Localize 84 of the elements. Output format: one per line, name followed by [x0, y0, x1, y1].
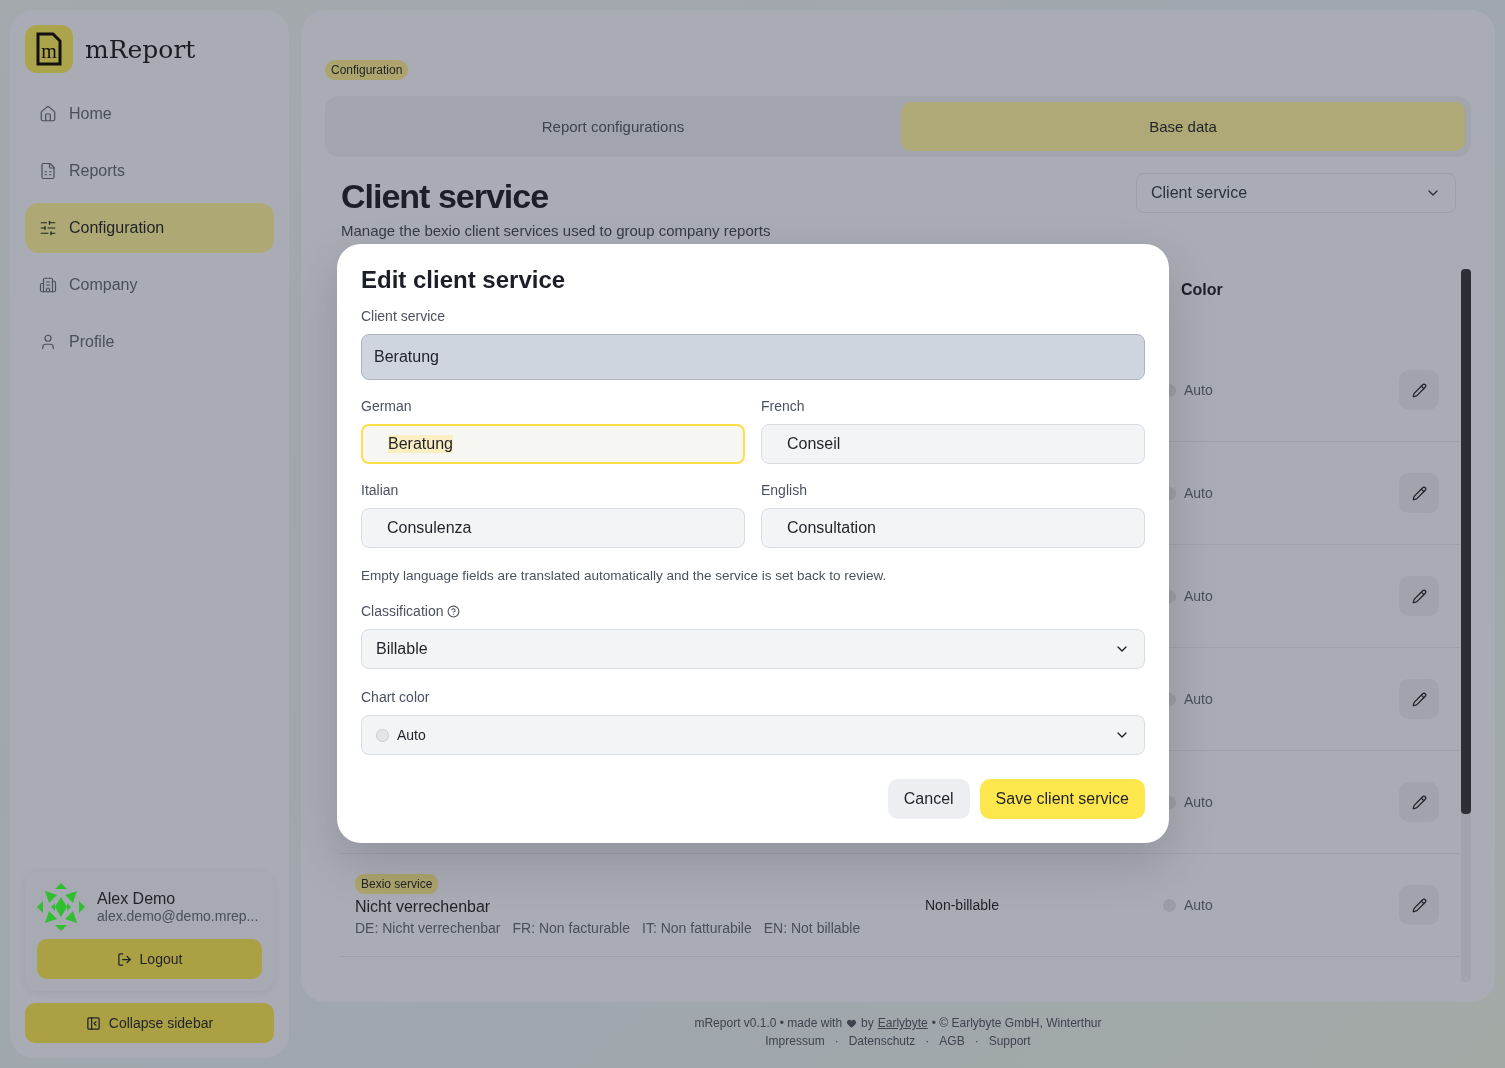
color-dot-icon — [376, 728, 389, 742]
nav-item[interactable]: Configuration — [25, 203, 274, 253]
earlybyte-link[interactable]: Earlybyte — [877, 1016, 928, 1030]
edit-button[interactable] — [1399, 473, 1439, 513]
classification-text: Non-billable — [925, 897, 999, 913]
column-header: Color — [1181, 281, 1223, 298]
user-email: alex.demo@demo.mrep... — [97, 908, 259, 924]
field-label: Client service — [361, 308, 447, 324]
nav-item[interactable]: Company — [25, 260, 274, 310]
separator: · — [974, 1034, 979, 1048]
tab[interactable]: Report configurations — [331, 102, 895, 151]
pencil-icon — [1411, 382, 1427, 398]
classification-select[interactable]: Billable — [361, 629, 1145, 669]
help-icon — [447, 604, 461, 618]
footer-text: mReport v0.1.0 • made with — [694, 1016, 843, 1030]
field-label: German — [361, 398, 413, 414]
edit-button[interactable] — [1399, 370, 1439, 410]
color-select[interactable]: Auto — [361, 715, 1145, 755]
color-label: Auto — [1184, 485, 1213, 501]
footer-link[interactable]: Impressum — [765, 1034, 825, 1048]
input-field[interactable]: Conseil — [761, 424, 1145, 464]
building-icon — [39, 276, 57, 294]
nav-item[interactable]: Reports — [25, 146, 274, 196]
pencil-icon — [1411, 897, 1427, 913]
input-field[interactable]: Consulenza — [361, 508, 745, 548]
user-name: Alex Demo — [97, 890, 177, 908]
footer-link[interactable]: AGB — [939, 1034, 965, 1048]
panel-icon — [85, 1015, 101, 1031]
translation-text: FR: Non facturable — [512, 920, 630, 936]
logout-button[interactable]: Logout — [37, 939, 262, 979]
field-label: Italian — [361, 482, 400, 498]
footer-link[interactable]: Support — [988, 1034, 1031, 1048]
document-icon — [39, 162, 57, 180]
save-button[interactable]: Save client service — [979, 779, 1145, 819]
color-label: Auto — [1184, 691, 1213, 707]
separator: · — [834, 1034, 839, 1048]
footer-text: by — [861, 1016, 874, 1030]
page-subtitle: Manage the bexio client services used to group company reports — [341, 222, 771, 239]
service-name: Nicht verrechenbar — [355, 898, 492, 916]
edit-button[interactable] — [1399, 679, 1439, 719]
input-field[interactable]: Consultation — [761, 508, 1145, 548]
field-label: English — [761, 482, 808, 498]
edit-button[interactable] — [1399, 576, 1439, 616]
pencil-icon — [1411, 588, 1427, 604]
app-name: mReport — [85, 34, 196, 64]
hint-text: Empty language fields are translated automatically and the service is set back to review. — [361, 568, 888, 583]
translation-text: IT: Non fatturabile — [642, 920, 752, 936]
pencil-icon — [1411, 485, 1427, 501]
footer-text: • © Earlybyte GmbH, Winterthur — [931, 1016, 1102, 1030]
avatar-icon — [37, 883, 85, 931]
app-logo: m — [25, 25, 73, 73]
scrollbar[interactable] — [1461, 269, 1471, 982]
page-title: Client service — [341, 177, 550, 216]
translation-text: EN: Not billable — [763, 920, 861, 936]
cancel-button[interactable]: Cancel — [887, 779, 970, 819]
color-label: Auto — [1184, 588, 1213, 604]
field-label: Classification — [361, 603, 1145, 619]
edit-button[interactable] — [1399, 885, 1439, 925]
user-icon — [39, 333, 57, 351]
input-field[interactable]: Beratung — [361, 424, 745, 464]
client-service-field[interactable]: Beratung — [361, 334, 1145, 380]
separator: · — [925, 1034, 930, 1048]
pencil-icon — [1411, 794, 1427, 810]
collapse-sidebar-button[interactable]: Collapse sidebar — [25, 1003, 274, 1043]
dialog-title: Edit client service — [361, 266, 567, 294]
color-label: Auto — [1184, 897, 1213, 913]
footer-link[interactable]: Datenschutz — [848, 1034, 916, 1048]
pencil-icon — [1411, 691, 1427, 707]
nav-item[interactable]: Profile — [25, 317, 274, 367]
logout-icon — [116, 951, 132, 967]
edit-button[interactable] — [1399, 782, 1439, 822]
field-label: French — [761, 398, 806, 414]
service-badge: Bexio service — [355, 874, 439, 894]
home-icon — [39, 105, 57, 123]
tab[interactable]: Base data — [901, 102, 1465, 151]
translation-text: DE: Nicht verrechenbar — [355, 920, 501, 936]
color-label: Auto — [1184, 794, 1213, 810]
color-label: Auto — [1184, 382, 1213, 398]
field-label: Chart color — [361, 689, 431, 705]
nav-item[interactable]: Home — [25, 89, 274, 139]
heart-icon — [846, 1017, 858, 1029]
type-select[interactable]: Client service — [1136, 173, 1456, 213]
breadcrumb-badge: Configuration — [325, 60, 409, 80]
sliders-icon — [39, 219, 57, 237]
